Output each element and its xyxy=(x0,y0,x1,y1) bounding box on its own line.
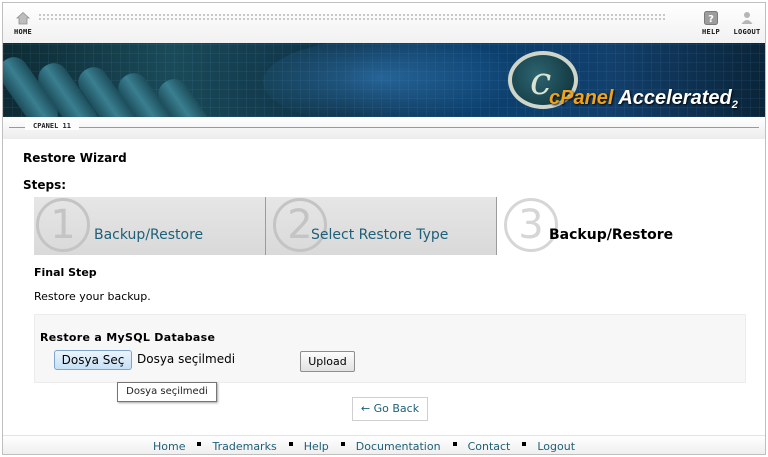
logo-cpanel: cPanel xyxy=(549,87,614,109)
footer-separator xyxy=(340,442,345,446)
footer-link-help[interactable]: Help xyxy=(304,440,329,453)
nav-divider xyxy=(39,14,665,20)
upload-button[interactable]: Upload xyxy=(300,351,355,372)
step-number-3: 3 xyxy=(504,198,558,252)
help-label: HELP xyxy=(701,28,721,36)
page-title: Restore Wizard xyxy=(23,151,127,165)
logout-button[interactable]: LOGOUT xyxy=(727,11,765,41)
step-number-1: 1 xyxy=(36,198,90,252)
home-button[interactable]: HOME xyxy=(3,11,43,41)
home-label: HOME xyxy=(13,28,33,36)
final-step-heading: Final Step xyxy=(34,266,97,279)
go-back-button[interactable]: ← Go Back xyxy=(352,397,428,421)
help-icon: ? xyxy=(704,11,718,25)
help-button[interactable]: ? HELP xyxy=(691,11,731,41)
top-nav: HOME ? HELP LOGOUT xyxy=(3,3,765,43)
step-label-2: Select Restore Type xyxy=(311,227,449,243)
step-label-3: Backup/Restore xyxy=(549,227,674,243)
breadcrumb-line xyxy=(9,127,759,128)
choose-file-button[interactable]: Dosya Seç xyxy=(54,350,132,370)
step-number-2: 2 xyxy=(273,198,327,252)
footer-links: Home Trademarks Help Documentation Contact Lo… xyxy=(153,440,575,453)
final-step-description: Restore your backup. xyxy=(34,290,151,303)
file-tooltip: Dosya seçilmedi xyxy=(117,382,217,402)
cpanel-logo-text: cPanel Accelerated2 xyxy=(549,87,738,111)
world-map-graphic xyxy=(263,43,523,117)
footer-separator xyxy=(452,442,457,446)
logout-user-icon xyxy=(741,12,753,24)
step-label-1: Backup/Restore xyxy=(94,227,204,243)
cpanel-window: HOME ? HELP LOGOUT c cPanel Accelerated2… xyxy=(2,2,766,455)
step-3: 3 Backup/Restore xyxy=(497,197,744,255)
logo-accelerated: Accelerated xyxy=(618,87,732,109)
svg-text:?: ? xyxy=(708,14,714,25)
logo-version: 2 xyxy=(731,99,738,111)
wizard-steps: 1 Backup/Restore 2 Select Restore Type 3… xyxy=(34,197,744,255)
footer-link-home[interactable]: Home xyxy=(153,440,185,453)
panel-title: Restore a MySQL Database xyxy=(40,331,216,344)
step-2[interactable]: 2 Select Restore Type xyxy=(266,197,497,255)
footer-separator xyxy=(288,442,293,446)
home-icon xyxy=(16,11,30,25)
network-cables-graphic xyxy=(3,51,233,117)
footer-link-logout[interactable]: Logout xyxy=(537,440,575,453)
breadcrumb-bar: CPANEL 11 xyxy=(3,117,765,139)
footer-separator xyxy=(197,442,202,446)
steps-label: Steps: xyxy=(23,178,67,192)
file-status-text: Dosya seçilmedi xyxy=(137,352,236,366)
step-1[interactable]: 1 Backup/Restore xyxy=(34,197,266,255)
footer: Home Trademarks Help Documentation Contact Lo… xyxy=(3,435,765,454)
cpanel-banner: c cPanel Accelerated2 xyxy=(3,43,765,117)
logout-label: LOGOUT xyxy=(733,28,761,36)
breadcrumb[interactable]: CPANEL 11 xyxy=(25,122,79,130)
footer-link-documentation[interactable]: Documentation xyxy=(356,440,441,453)
footer-link-contact[interactable]: Contact xyxy=(468,440,511,453)
restore-mysql-panel: Restore a MySQL Database Dosya Seç Dosya… xyxy=(34,314,746,383)
footer-link-trademarks[interactable]: Trademarks xyxy=(212,440,276,453)
main-content: Restore Wizard Steps: 1 Backup/Restore 2… xyxy=(3,139,765,454)
footer-separator xyxy=(522,442,527,446)
